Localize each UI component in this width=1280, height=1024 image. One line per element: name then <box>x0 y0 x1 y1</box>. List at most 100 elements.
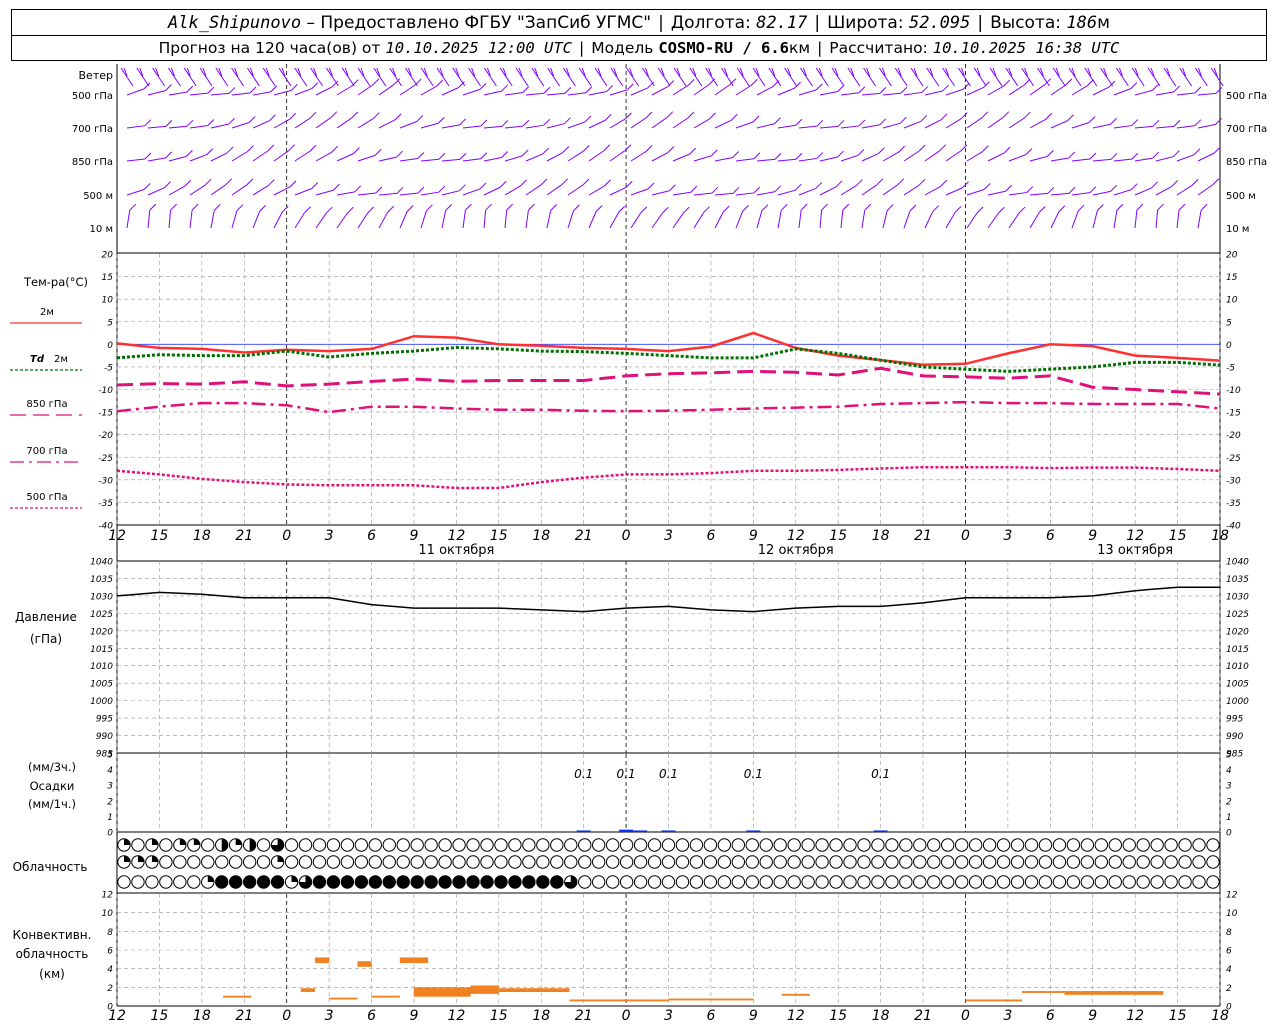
cloud-symbol <box>452 875 466 889</box>
cloud-symbol <box>201 838 215 852</box>
wind-barb <box>722 205 730 213</box>
y-tick-label: 1015 <box>90 645 113 655</box>
wind-barb <box>752 115 760 123</box>
wind-barb <box>945 118 962 129</box>
cloud-symbol <box>326 838 341 852</box>
cloud-symbol <box>801 855 815 869</box>
x-tick-label-bottom: 0 <box>961 1008 970 1024</box>
cloud-symbol <box>1150 838 1164 852</box>
wind-barb <box>515 67 529 87</box>
wind-barb <box>882 122 901 129</box>
cloud-symbol <box>480 875 494 889</box>
cloud-symbol <box>703 855 718 869</box>
cloud-symbol <box>1024 875 1039 889</box>
y-tick-label: -30 <box>98 476 113 486</box>
wind-barb <box>215 67 229 87</box>
y-tick-label: 2 <box>107 984 113 994</box>
cloud-symbol <box>578 875 592 889</box>
wind-barb <box>840 92 859 96</box>
cloud-symbol <box>759 855 773 869</box>
wind-barb <box>294 67 308 87</box>
wind-barb <box>710 149 718 157</box>
cloud-symbol <box>424 875 438 889</box>
cloud-symbol <box>591 855 606 869</box>
wind-barb <box>918 178 926 186</box>
wind-barb <box>504 91 523 96</box>
wind-barb <box>483 125 502 129</box>
wind-barb <box>903 120 921 129</box>
cloud-symbol <box>215 875 229 889</box>
wind-barb <box>199 67 213 87</box>
wind-barb <box>147 157 166 162</box>
x-tick-label-bottom: 18 <box>872 1008 890 1024</box>
wind-barb <box>346 206 354 214</box>
cloud-symbol <box>689 838 704 852</box>
wind-barb <box>626 83 634 91</box>
wind-barb <box>942 67 956 87</box>
precip-bar <box>873 830 888 832</box>
wind-barb <box>777 158 796 162</box>
wind-barb <box>582 144 590 152</box>
wind-barb <box>816 152 824 159</box>
wind-barb <box>273 118 290 129</box>
wind-barb <box>910 67 924 87</box>
conv-block <box>1022 991 1065 993</box>
cloud-symbol <box>522 855 536 869</box>
cloud-symbol-fill <box>179 838 187 845</box>
cloud-symbol <box>773 875 787 889</box>
cloud-symbol <box>717 838 732 852</box>
legend-700-text: 700 гПа <box>26 446 67 457</box>
wind-barb <box>546 210 552 229</box>
wind-barb <box>981 111 989 119</box>
wind-barb <box>777 124 796 129</box>
wind-barb <box>960 144 968 152</box>
wind-barb <box>847 67 861 87</box>
cloud-symbol <box>1164 875 1178 889</box>
wind-barb <box>546 152 564 162</box>
cloud-symbol-fill <box>124 838 131 845</box>
wind-barb <box>525 184 542 196</box>
wind-barb <box>333 183 340 191</box>
x-tick-label-bottom: 0 <box>282 1008 291 1024</box>
wind-barb <box>399 192 418 196</box>
cloud-symbol <box>396 875 410 889</box>
wind-barb <box>231 67 245 87</box>
x-tick-label: 18 <box>872 528 890 544</box>
wind-barb <box>504 155 523 162</box>
cloud-symbol <box>256 838 271 852</box>
cloud-symbol-fill <box>207 875 214 882</box>
x-tick-label: 12 <box>1126 528 1144 544</box>
x-tick-label: 15 <box>490 528 508 544</box>
cloud-symbol <box>1066 875 1081 889</box>
cloud-symbol <box>326 855 341 869</box>
wind-barb <box>661 206 669 214</box>
wind-level-label-right: 500 гПа <box>1226 91 1267 102</box>
wind-barb <box>647 81 654 89</box>
wind-barb <box>168 125 187 129</box>
wind-barb <box>878 67 892 87</box>
wind-barb <box>987 190 1006 196</box>
wind-barb <box>777 87 795 96</box>
conv-block <box>470 985 499 994</box>
wind-barb <box>837 120 845 127</box>
x-tick-label-bottom: 0 <box>622 1008 631 1024</box>
cloud-symbol <box>1024 838 1039 852</box>
wind-barb <box>147 187 165 196</box>
cloud-symbol <box>633 875 648 889</box>
wind-barb <box>940 113 948 121</box>
x-tick-label: 18 <box>532 528 550 544</box>
y-tick-label: 995 <box>96 715 113 725</box>
meteogram-chart: 0.1 0.1 0.1 0.1 0.1 121215151818212100336699… <box>10 64 1267 1024</box>
wind-barb <box>479 182 487 190</box>
wind-barb <box>273 211 283 229</box>
cloud-symbol <box>996 855 1011 869</box>
wind-barb <box>1130 183 1138 191</box>
wind-barb <box>819 210 823 229</box>
cloud-symbol <box>1038 838 1053 852</box>
wind-barb <box>1071 158 1090 162</box>
wind-barb <box>417 152 425 159</box>
date-label: 13 октября <box>1097 543 1173 558</box>
wind-barb <box>1113 158 1132 162</box>
wind-barb <box>840 210 844 229</box>
y-tick-label: 1010 <box>90 662 113 672</box>
